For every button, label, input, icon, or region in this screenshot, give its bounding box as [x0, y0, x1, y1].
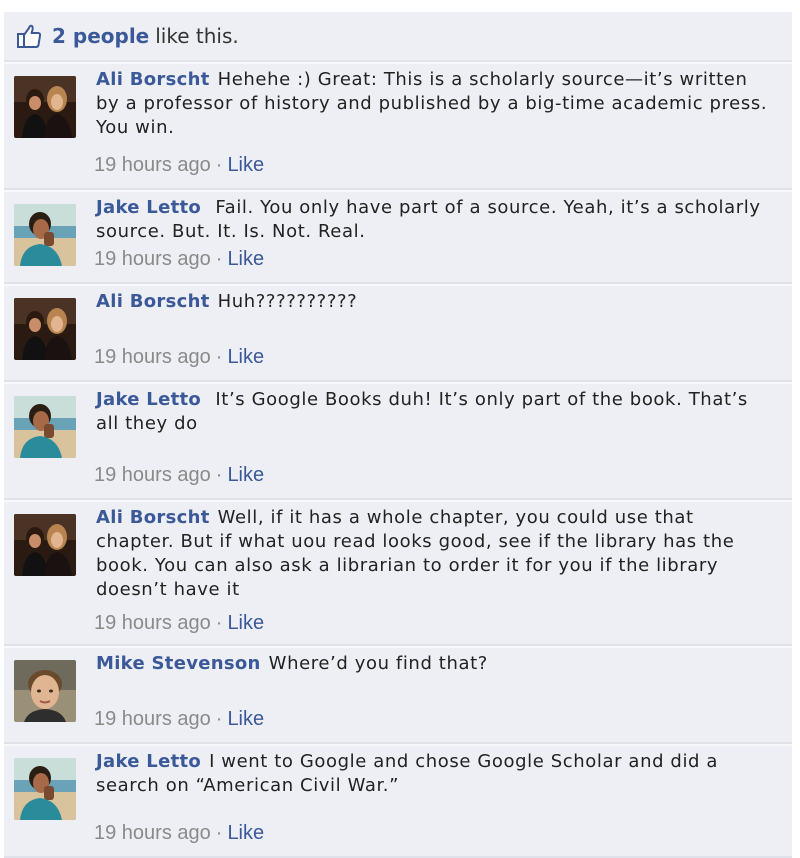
separator-dot: ·	[215, 822, 223, 844]
separator-dot: ·	[215, 346, 223, 368]
avatar[interactable]	[14, 76, 76, 138]
comment-text: Where’d you find that?	[268, 653, 488, 674]
comment-meta: 19 hours ago · Like	[94, 464, 264, 487]
avatar[interactable]	[14, 204, 76, 266]
thumbs-up-icon	[17, 24, 42, 48]
comment-body: Ali Borscht Hehehe :) Great: This is a sc…	[96, 68, 772, 140]
comment-body: Jake Letto I went to Google and chose Goo…	[96, 750, 772, 798]
comment-meta: 19 hours ago · Like	[94, 346, 264, 369]
comment-item: Ali Borscht Huh?????????? 19 hours ago · Lik…	[4, 284, 792, 382]
comment-meta: 19 hours ago · Like	[94, 822, 264, 845]
comment-timestamp: 19 hours ago	[94, 464, 211, 486]
avatar[interactable]	[14, 660, 76, 722]
separator-dot: ·	[215, 154, 223, 176]
comment-text: Huh??????????	[217, 291, 358, 312]
comment-body: Mike Stevenson Where’d you find that?	[96, 652, 772, 676]
comment-author-link[interactable]: Ali Borscht	[96, 69, 210, 90]
comment-author-link[interactable]: Ali Borscht	[96, 291, 210, 312]
comment-like-link[interactable]: Like	[227, 346, 264, 368]
comment-author-link[interactable]: Jake Letto	[96, 751, 201, 772]
comment-timestamp: 19 hours ago	[94, 346, 211, 368]
comment-meta: 19 hours ago · Like	[94, 612, 264, 635]
comment-like-link[interactable]: Like	[227, 464, 264, 486]
comment-item: Jake Letto Fail. You only have part of a…	[4, 190, 792, 284]
comment-meta: 19 hours ago · Like	[94, 708, 264, 731]
comment-body: Ali Borscht Well, if it has a whole chapt…	[96, 506, 772, 602]
avatar[interactable]	[14, 396, 76, 458]
comment-like-link[interactable]: Like	[227, 248, 264, 270]
comment-like-link[interactable]: Like	[227, 708, 264, 730]
likes-label: like this.	[155, 24, 239, 48]
avatar[interactable]	[14, 514, 76, 576]
separator-dot: ·	[215, 248, 223, 270]
separator-dot: ·	[215, 612, 223, 634]
comment-author-link[interactable]: Jake Letto	[96, 389, 201, 410]
comment-thread: 2 people like this. Ali Borscht Hehehe :)…	[4, 12, 792, 858]
comment-body: Jake Letto It’s Google Books duh! It’s o…	[96, 388, 772, 436]
comment-author-link[interactable]: Mike Stevenson	[96, 653, 261, 674]
comment-timestamp: 19 hours ago	[94, 612, 211, 634]
comment-item: Jake Letto I went to Google and chose Goo…	[4, 744, 792, 858]
comment-item: Jake Letto It’s Google Books duh! It’s o…	[4, 382, 792, 500]
comment-like-link[interactable]: Like	[227, 822, 264, 844]
comment-timestamp: 19 hours ago	[94, 154, 211, 176]
separator-dot: ·	[215, 464, 223, 486]
comment-body: Ali Borscht Huh??????????	[96, 290, 772, 314]
comment-timestamp: 19 hours ago	[94, 822, 211, 844]
comment-item: Ali Borscht Hehehe :) Great: This is a sc…	[4, 62, 792, 190]
comment-like-link[interactable]: Like	[227, 154, 264, 176]
comment-item: Mike Stevenson Where’d you find that? 19 h…	[4, 646, 792, 744]
separator-dot: ·	[215, 708, 223, 730]
comment-body: Jake Letto Fail. You only have part of a…	[96, 196, 772, 244]
avatar[interactable]	[14, 758, 76, 820]
comment-meta: 19 hours ago · Like	[94, 248, 264, 271]
avatar[interactable]	[14, 298, 76, 360]
comment-meta: 19 hours ago · Like	[94, 154, 264, 177]
likes-summary: 2 people like this.	[4, 12, 792, 62]
comment-item: Ali Borscht Well, if it has a whole chapt…	[4, 500, 792, 646]
comment-timestamp: 19 hours ago	[94, 708, 211, 730]
comment-timestamp: 19 hours ago	[94, 248, 211, 270]
comment-author-link[interactable]: Jake Letto	[96, 197, 201, 218]
comment-author-link[interactable]: Ali Borscht	[96, 507, 210, 528]
comment-like-link[interactable]: Like	[227, 612, 264, 634]
likes-count-link[interactable]: 2 people	[52, 24, 149, 48]
